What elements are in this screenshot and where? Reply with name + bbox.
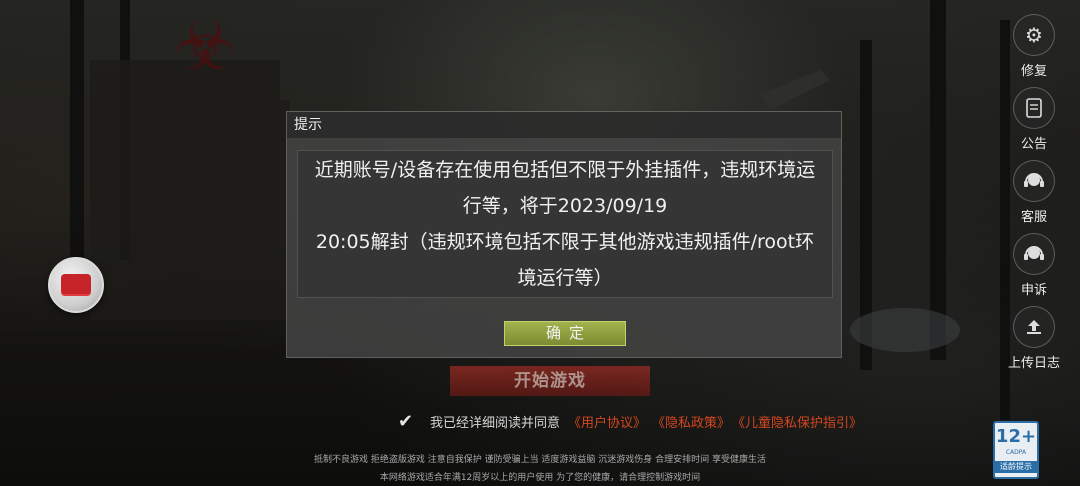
dialog-message-line: 境运行等） bbox=[517, 267, 613, 289]
repair-button[interactable]: ⚙ 修复 bbox=[1002, 14, 1066, 83]
health-notice-line1: 抵制不良游戏 拒绝盗版游戏 注意自我保护 谨防受骗上当 适度游戏益脑 沉迷游戏伤… bbox=[313, 455, 767, 465]
side-menu: ⚙ 修复 公告 客服 申诉 上传日志 bbox=[1002, 10, 1066, 375]
age-rating-text: 适龄提示 bbox=[995, 461, 1037, 473]
upload-log-label: 上传日志 bbox=[1007, 356, 1060, 371]
dialog-message: 近期账号/设备存在使用包括但不限于外挂插件，违规环境运 行等，将于2023/09… bbox=[297, 150, 833, 298]
appeal-label: 申诉 bbox=[1020, 283, 1047, 298]
upload-log-button[interactable]: 上传日志 bbox=[1002, 306, 1066, 375]
announcement-button[interactable]: 公告 bbox=[1002, 87, 1066, 156]
appeal-button[interactable]: 申诉 bbox=[1002, 233, 1066, 302]
agreement-text: 我已经详细阅读并同意 bbox=[430, 415, 561, 431]
health-notice-line2: 本网络游戏适合年满12周岁以上的用户使用 为了您的健康，请合理控制游戏时间 bbox=[379, 473, 701, 483]
floating-assistant-button[interactable] bbox=[48, 257, 104, 313]
checkmark-icon[interactable]: ✔ bbox=[398, 411, 418, 432]
repair-label: 修复 bbox=[1020, 64, 1047, 79]
dialog-title: 提示 bbox=[287, 112, 841, 138]
customer-service-button[interactable]: 客服 bbox=[1002, 160, 1066, 229]
user-agreement-link[interactable]: 《用户协议》 bbox=[568, 412, 646, 431]
headset-icon bbox=[1013, 160, 1055, 202]
assistant-icon bbox=[61, 274, 91, 296]
age-rating-number: 12+ bbox=[995, 426, 1037, 447]
headset-icon bbox=[1013, 233, 1055, 275]
document-icon bbox=[1013, 87, 1055, 129]
announcement-label: 公告 bbox=[1020, 137, 1047, 152]
dialog-message-line: 20:05解封（违规环境包括不限于其他游戏违规插件/root环 bbox=[315, 231, 815, 253]
age-rating-org: CADPA bbox=[1005, 449, 1027, 456]
agreement-row: ✔ 我已经详细阅读并同意 《用户协议》 《隐私政策》 《儿童隐私保护指引》 bbox=[398, 410, 862, 432]
gear-icon: ⚙ bbox=[1013, 14, 1055, 56]
upload-icon bbox=[1013, 306, 1055, 348]
dialog-message-line: 行等，将于2023/09/19 bbox=[462, 195, 668, 217]
privacy-policy-link[interactable]: 《隐私政策》 bbox=[652, 412, 730, 431]
start-game-button[interactable]: 开始游戏 bbox=[450, 366, 650, 396]
age-rating-badge[interactable]: 12+ CADPA 适龄提示 bbox=[993, 421, 1039, 479]
notice-dialog: 提示 近期账号/设备存在使用包括但不限于外挂插件，违规环境运 行等，将于2023… bbox=[286, 111, 842, 358]
customer-service-label: 客服 bbox=[1020, 210, 1047, 225]
children-privacy-link[interactable]: 《儿童隐私保护指引》 bbox=[732, 412, 862, 431]
dialog-message-line: 近期账号/设备存在使用包括但不限于外挂插件，违规环境运 bbox=[314, 159, 816, 181]
confirm-button[interactable]: 确定 bbox=[504, 321, 626, 346]
